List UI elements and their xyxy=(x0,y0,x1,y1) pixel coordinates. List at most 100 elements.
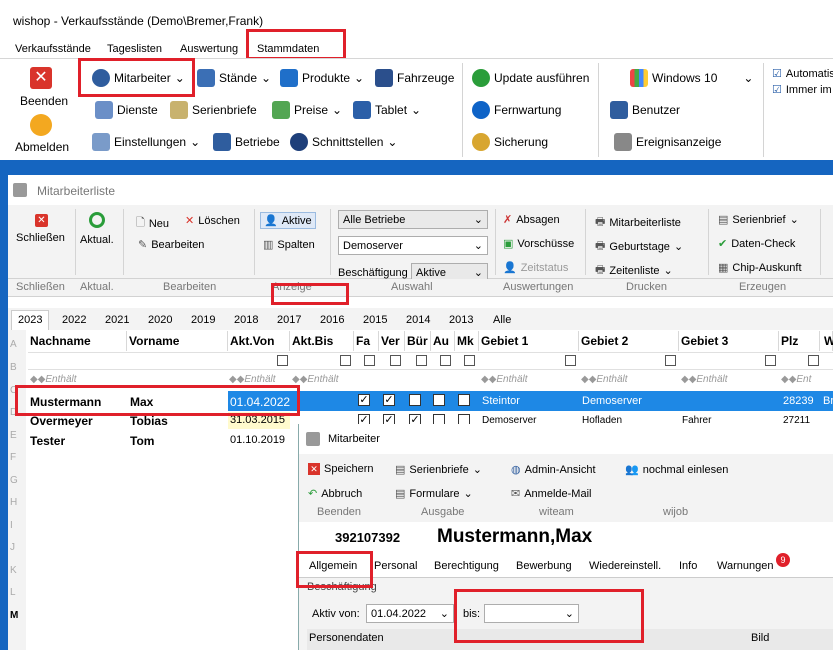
col-au[interactable]: Au xyxy=(431,331,455,351)
serienbrief-button[interactable]: ▤ Serienbrief ⌄ xyxy=(718,213,799,227)
formulare-button[interactable]: ▤ Formulare ⌄ xyxy=(395,487,473,501)
letter-j[interactable]: J xyxy=(10,542,15,553)
aktive-toggle[interactable]: 👤 Aktive xyxy=(260,212,316,229)
aktual-button[interactable]: Aktual. xyxy=(80,234,114,246)
close-icon[interactable]: ✕ xyxy=(30,67,52,89)
loeschen-button[interactable]: ✕ Löschen xyxy=(185,214,240,228)
contains-plz[interactable]: ◆◆ Ent xyxy=(781,371,811,388)
checkbox-buer[interactable] xyxy=(409,394,421,406)
col-buer[interactable]: Bür xyxy=(405,331,431,351)
filter-icon[interactable] xyxy=(390,355,401,366)
tab-bewerbung[interactable]: Bewerbung xyxy=(516,560,572,572)
dienste-button[interactable]: Dienste xyxy=(95,101,158,119)
filter-icon[interactable] xyxy=(416,355,427,366)
letter-l[interactable]: L xyxy=(10,587,16,598)
letter-f[interactable]: F xyxy=(10,452,16,463)
letter-i[interactable]: I xyxy=(10,520,13,531)
col-fa[interactable]: Fa xyxy=(354,331,379,351)
produkte-button[interactable]: Produkte ⌄ xyxy=(280,69,364,87)
filter-icon[interactable] xyxy=(765,355,776,366)
schnittstellen-button[interactable]: Schnittstellen ⌄ xyxy=(290,133,397,151)
close-icon[interactable]: ✕ xyxy=(35,214,48,227)
serienbriefe-button[interactable]: Serienbriefe xyxy=(170,101,257,119)
letter-h[interactable]: H xyxy=(10,497,17,508)
serienbriefe-button[interactable]: ▤ Serienbriefe ⌄ xyxy=(395,463,482,477)
fahrzeuge-button[interactable]: Fahrzeuge xyxy=(375,69,454,87)
filter-icon[interactable] xyxy=(340,355,351,366)
col-akt-von[interactable]: Akt.Von xyxy=(228,331,290,351)
automatis-checkbox[interactable]: ☑ Automatis xyxy=(772,67,833,81)
year-tab-2017[interactable]: 2017 xyxy=(277,314,301,326)
filter-icon[interactable] xyxy=(565,355,576,366)
neu-button[interactable]: 🗋 Neu xyxy=(136,214,169,233)
tab-wiedereinstell[interactable]: Wiedereinstell. xyxy=(589,560,661,572)
contains-gebiet1[interactable]: ◆◆ Enthält xyxy=(481,371,528,388)
beenden-button[interactable]: Beenden xyxy=(20,94,68,108)
year-tab-2021[interactable]: 2021 xyxy=(105,314,129,326)
letter-e[interactable]: E xyxy=(10,430,17,441)
year-tab-2022[interactable]: 2022 xyxy=(62,314,86,326)
server-select[interactable]: Demoserver ⌄ xyxy=(338,236,488,255)
year-tab-2020[interactable]: 2020 xyxy=(148,314,172,326)
checkbox-au[interactable] xyxy=(433,394,445,406)
betriebe-button[interactable]: Betriebe xyxy=(213,133,280,151)
tab-berechtigung[interactable]: Berechtigung xyxy=(434,560,499,572)
chip-button[interactable]: ▦ Chip-Auskunft xyxy=(718,261,802,275)
tab-warnungen[interactable]: Warnungen xyxy=(717,560,773,572)
year-tab-2023[interactable]: 2023 xyxy=(11,310,50,330)
letter-a[interactable]: A xyxy=(10,339,17,350)
filter-icon[interactable] xyxy=(277,355,288,366)
col-ver[interactable]: Ver xyxy=(379,331,405,351)
year-tab-2013[interactable]: 2013 xyxy=(449,314,473,326)
preise-button[interactable]: Preise ⌄ xyxy=(272,101,342,119)
letter-m[interactable]: M xyxy=(10,610,18,621)
col-akt-bis[interactable]: Akt.Bis xyxy=(290,331,354,351)
col-gebiet3[interactable]: Gebiet 3 xyxy=(679,331,779,351)
year-tab-alle[interactable]: Alle xyxy=(493,314,511,326)
bearbeiten-button[interactable]: ✎ Bearbeiten xyxy=(138,238,204,252)
abbruch-button[interactable]: ↶ Abbruch xyxy=(308,487,362,501)
immer-checkbox[interactable]: ☑Immer im Vi xyxy=(772,83,833,97)
tab-info[interactable]: Info xyxy=(679,560,697,572)
ereignisanzeige-button[interactable]: Ereignisanzeige xyxy=(614,133,721,151)
update-button[interactable]: Update ausführen xyxy=(472,69,589,87)
tab-personal[interactable]: Personal xyxy=(374,560,417,572)
letter-b[interactable]: B xyxy=(10,362,17,373)
refresh-icon[interactable] xyxy=(89,212,105,228)
tablet-button[interactable]: Tablet ⌄ xyxy=(353,101,421,119)
zeitstatus-button[interactable]: 👤 Zeitstatus xyxy=(503,261,568,275)
table-row-selected[interactable] xyxy=(290,391,833,411)
admin-ansicht-button[interactable]: ◍ Admin-Ansicht xyxy=(511,463,596,477)
sicherung-button[interactable]: Sicherung xyxy=(472,133,548,151)
col-vorname[interactable]: Vorname xyxy=(127,331,228,351)
anmelde-mail-button[interactable]: ✉ Anmelde-Mail xyxy=(511,487,591,501)
filter-icon[interactable] xyxy=(665,355,676,366)
checkbox-ver[interactable]: ✓ xyxy=(383,394,395,406)
contains-gebiet3[interactable]: ◆◆ Enthält xyxy=(681,371,728,388)
geburtstage-button[interactable]: 🖶 Geburtstage ⌄ xyxy=(595,237,683,256)
checkbox-mk[interactable] xyxy=(458,394,470,406)
vorschuesse-button[interactable]: ▣ Vorschüsse xyxy=(503,237,574,251)
col-mk[interactable]: Mk xyxy=(455,331,479,351)
contains-gebiet2[interactable]: ◆◆ Enthält xyxy=(581,371,628,388)
absagen-button[interactable]: ✗ Absagen xyxy=(503,213,560,227)
windows-version[interactable]: Windows 10 ⌄ xyxy=(630,69,753,87)
mitarbeiterliste-button[interactable]: 🖶 Mitarbeiterliste xyxy=(595,213,681,232)
fernwartung-button[interactable]: Fernwartung xyxy=(472,101,561,119)
letter-g[interactable]: G xyxy=(10,475,18,486)
checkbox-fa[interactable]: ✓ xyxy=(358,394,370,406)
zeitenliste-button[interactable]: 🖶 Zeitenliste ⌄ xyxy=(595,261,673,280)
filter-icon[interactable] xyxy=(440,355,451,366)
daten-check-button[interactable]: ✔ Daten-Check xyxy=(718,237,795,251)
col-gebiet1[interactable]: Gebiet 1 xyxy=(479,331,579,351)
betrieb-select[interactable]: Alle Betriebe ⌄ xyxy=(338,210,488,229)
einstellungen-button[interactable]: Einstellungen ⌄ xyxy=(92,133,200,151)
filter-icon[interactable] xyxy=(464,355,475,366)
schliessen-button[interactable]: Schließen xyxy=(16,232,65,244)
col-gebiet2[interactable]: Gebiet 2 xyxy=(579,331,679,351)
year-tab-2018[interactable]: 2018 xyxy=(234,314,258,326)
staende-button[interactable]: Stände ⌄ xyxy=(197,69,271,87)
filter-icon[interactable] xyxy=(364,355,375,366)
col-plz[interactable]: Plz xyxy=(779,331,820,351)
col-w[interactable]: W xyxy=(822,331,833,351)
